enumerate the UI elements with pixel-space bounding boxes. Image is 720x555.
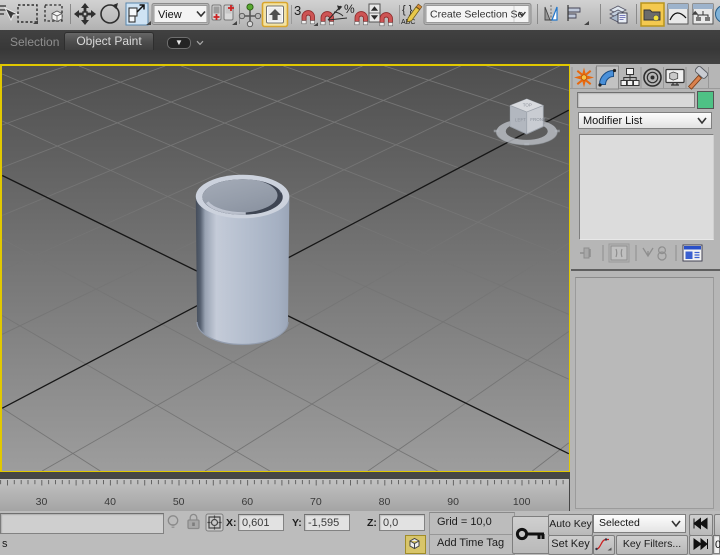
svg-text:%: %: [344, 2, 355, 16]
svg-text:TOP: TOP: [522, 102, 531, 107]
svg-text:80: 80: [379, 496, 391, 508]
svg-text:FRONT: FRONT: [530, 117, 546, 122]
svg-text:100: 100: [513, 496, 531, 508]
svg-text:View: View: [158, 9, 182, 21]
svg-text:30: 30: [36, 496, 48, 508]
svg-text:50: 50: [173, 496, 185, 508]
svg-text:40: 40: [104, 496, 116, 508]
svg-text:3: 3: [294, 3, 301, 18]
svg-text:Create Selection Se: Create Selection Se: [430, 9, 524, 21]
svg-text:LEFT: LEFT: [514, 117, 525, 122]
svg-text:90: 90: [447, 496, 459, 508]
svg-text:60: 60: [241, 496, 253, 508]
svg-text:70: 70: [310, 496, 322, 508]
